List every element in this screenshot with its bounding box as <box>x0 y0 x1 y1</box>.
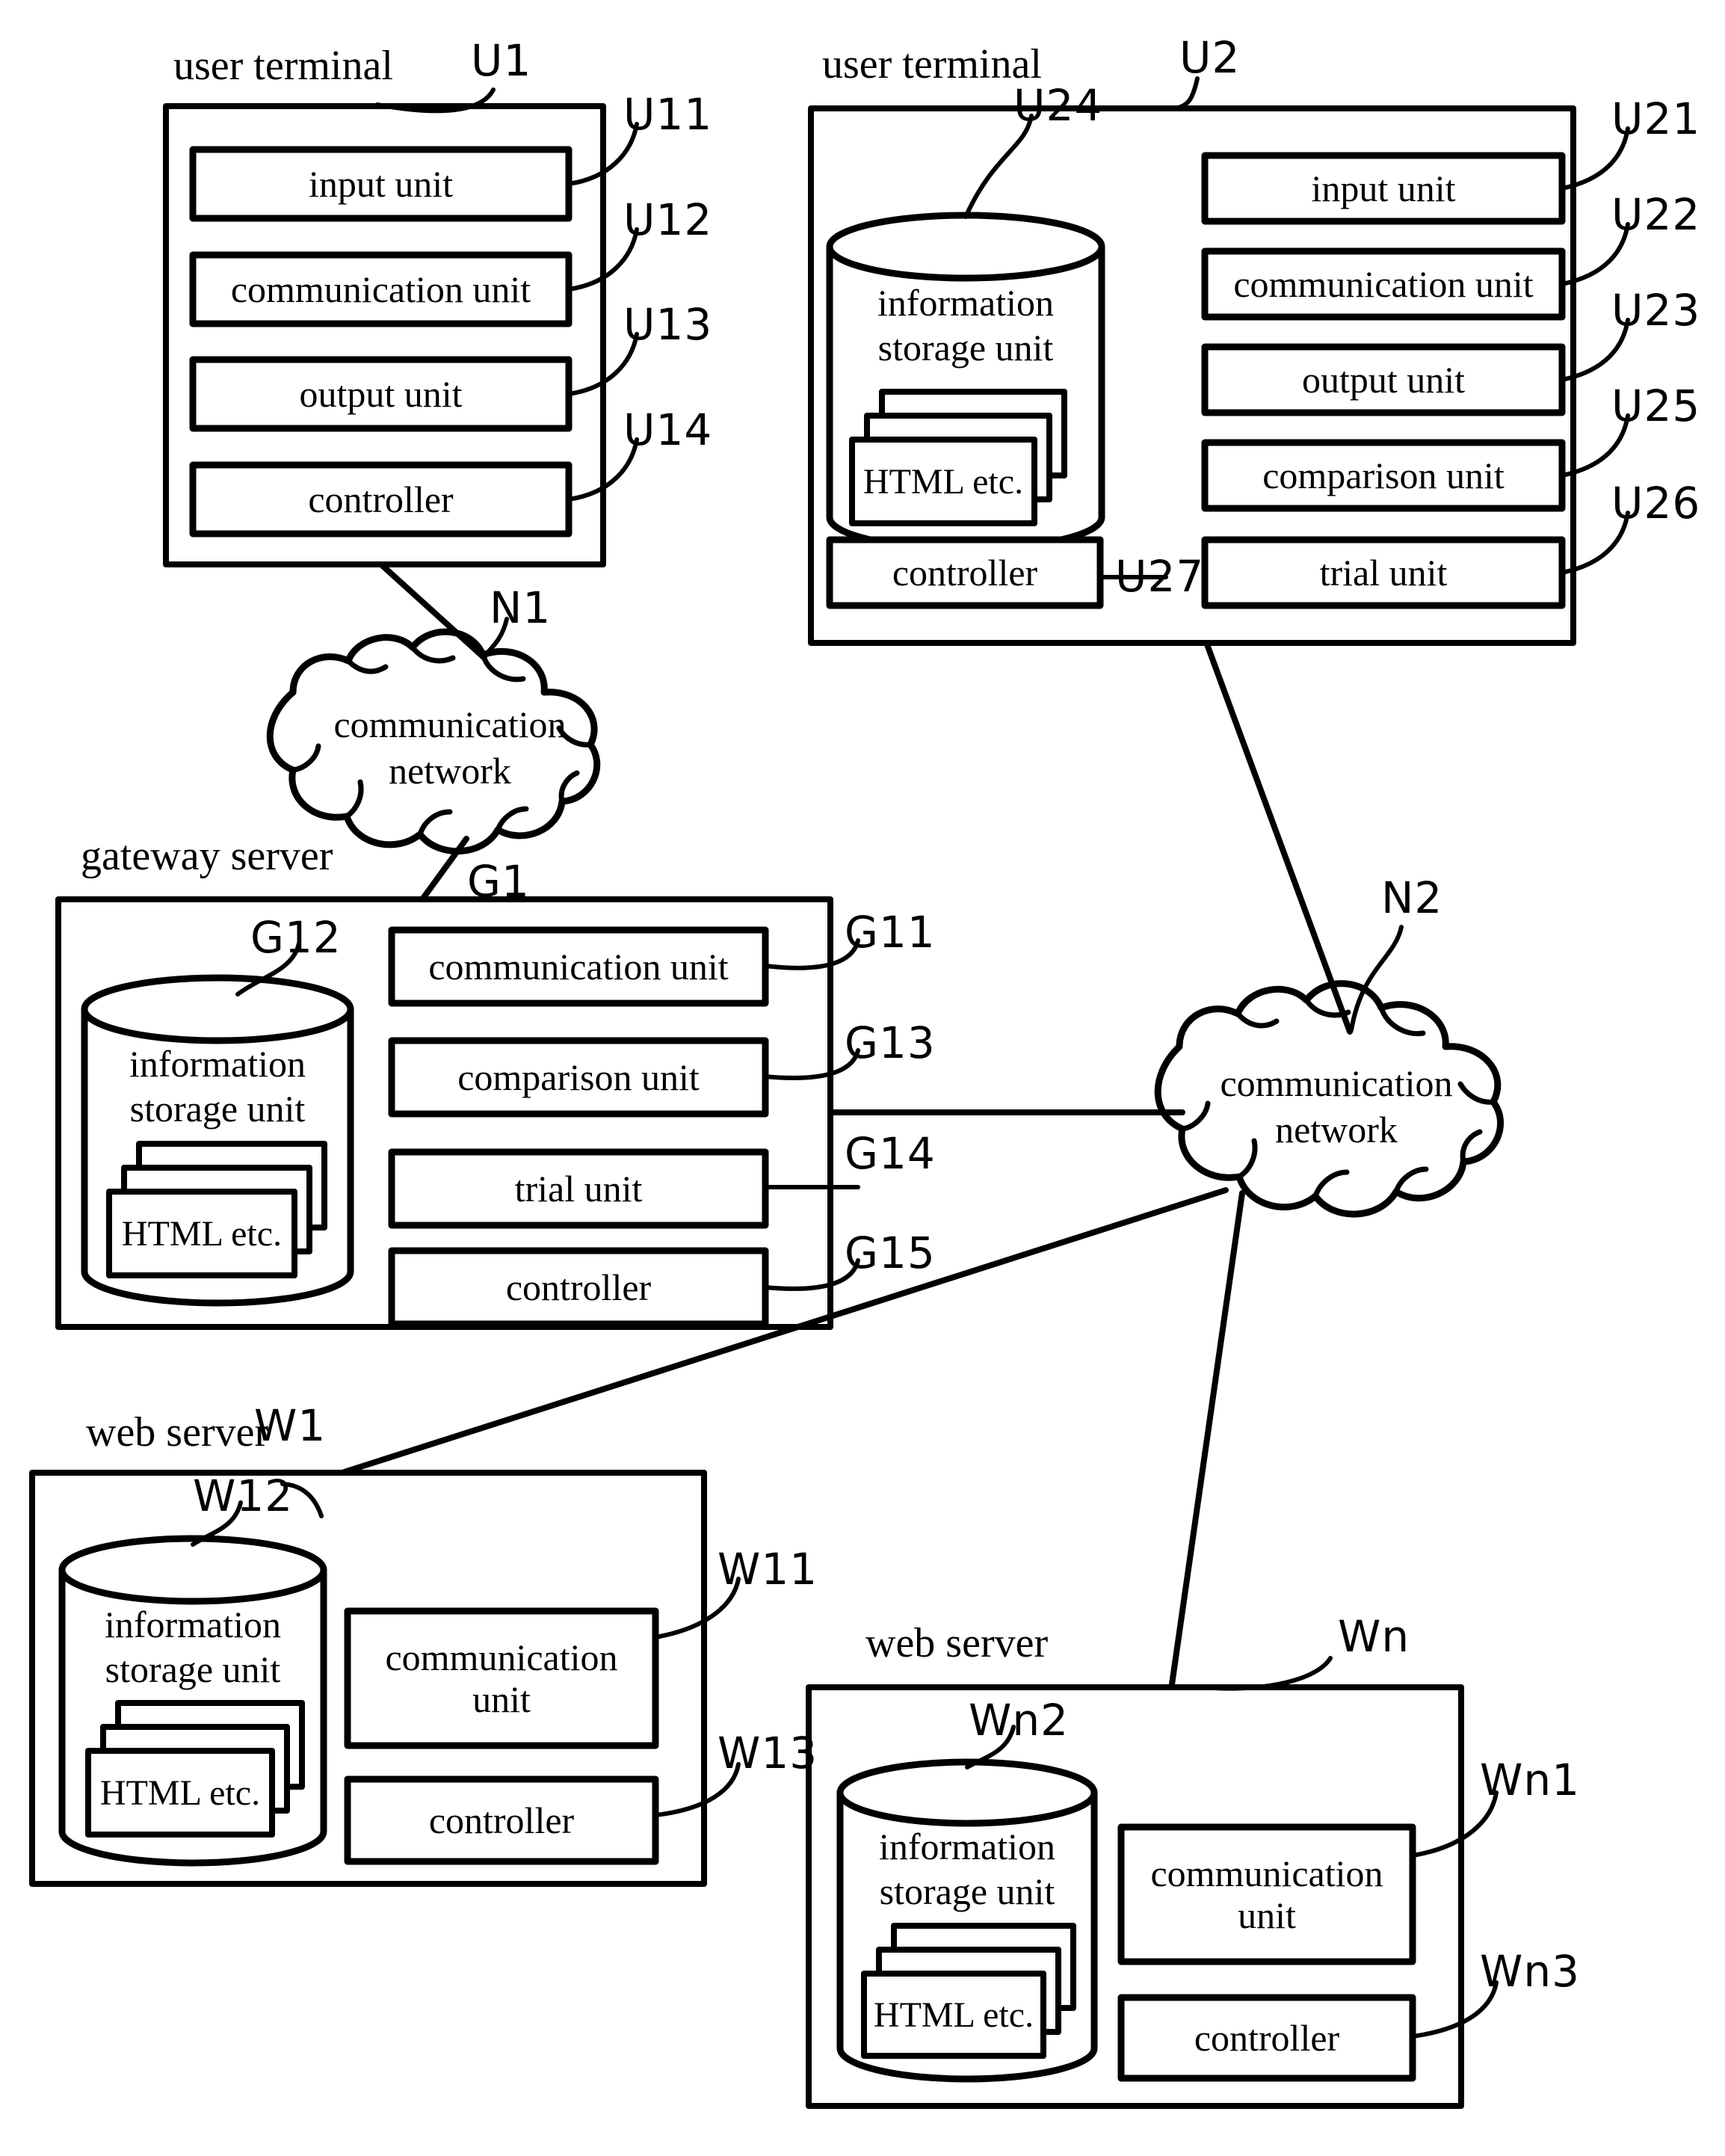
link-u2-n2 <box>1204 641 1353 1035</box>
ref-u1: U1 <box>471 35 532 86</box>
leader-u2 <box>1173 76 1200 111</box>
ref-wn3: Wn3 <box>1480 1946 1581 1997</box>
cloud-label-n1: communication network <box>293 695 607 800</box>
storage-label-line1: information <box>878 1826 1056 1867</box>
ref-u21: U21 <box>1611 93 1701 144</box>
unit-label-g14: trial unit <box>514 1168 643 1210</box>
ref-u12: U12 <box>623 194 713 245</box>
unit-label-u13: output unit <box>299 373 463 415</box>
unit-label-g15: controller <box>505 1266 652 1308</box>
storage-label-line1: information <box>129 1043 306 1085</box>
unit-label-u27: controller <box>892 552 1038 594</box>
ref-g13: G13 <box>845 1017 936 1068</box>
caption-web-server-1: web server <box>86 1409 269 1456</box>
ref-u25: U25 <box>1611 381 1701 431</box>
unit-label-w11: communication unit <box>348 1611 655 1746</box>
unit-label-u21: input unit <box>1311 167 1456 209</box>
leader-wn <box>1212 1656 1333 1691</box>
ref-wn2: Wn2 <box>969 1695 1070 1746</box>
unit-label-u22: communication unit <box>1233 263 1534 305</box>
unit-label-line1: communication <box>1150 1852 1383 1894</box>
cloud-label-line1: communication <box>333 703 567 745</box>
storage-label-wn2: information storage unit <box>842 1824 1093 1929</box>
ref-g11: G11 <box>845 907 936 958</box>
ref-u13: U13 <box>623 299 713 350</box>
unit-label-w13: controller <box>428 1799 575 1841</box>
unit-label-line2: unit <box>472 1678 531 1720</box>
storage-label-line2: storage unit <box>879 1870 1055 1912</box>
unit-label-wn3: controller <box>1194 2017 1340 2059</box>
ref-w12: W12 <box>193 1470 294 1521</box>
document-label-u24: HTML etc. <box>862 461 1024 502</box>
ref-u14: U14 <box>623 404 713 455</box>
ref-g15: G15 <box>845 1228 936 1278</box>
caption-user-terminal-1: user terminal <box>173 43 393 89</box>
storage-label-g12: information storage unit <box>87 1041 348 1146</box>
cloud-label-line2: network <box>389 750 511 792</box>
ref-g12: G12 <box>250 912 342 963</box>
ref-g14: G14 <box>845 1128 936 1179</box>
unit-label-g11: communication unit <box>428 946 729 988</box>
storage-label-line2: storage unit <box>105 1648 281 1690</box>
ref-u26: U26 <box>1611 478 1701 529</box>
ref-u2: U2 <box>1179 32 1241 83</box>
storage-label-u24: information storage unit <box>833 280 1098 385</box>
ref-u24: U24 <box>1013 80 1103 131</box>
storage-label-line1: information <box>104 1604 282 1645</box>
unit-label-line2: unit <box>1238 1894 1296 1936</box>
ref-u27: U27 <box>1115 551 1205 602</box>
cloud-label-line1: communication <box>1220 1062 1453 1104</box>
document-label-wn2: HTML etc. <box>873 1995 1034 2035</box>
ref-u23: U23 <box>1611 285 1701 336</box>
document-label-g12: HTML etc. <box>121 1213 283 1254</box>
unit-label-u25: comparison unit <box>1262 455 1505 496</box>
unit-label-u11: input unit <box>308 163 454 205</box>
unit-label-u23: output unit <box>1301 359 1466 401</box>
caption-gateway-server: gateway server <box>81 833 333 879</box>
cloud-label-line2: network <box>1275 1109 1398 1151</box>
caption-web-server-n: web server <box>865 1620 1049 1666</box>
storage-label-line2: storage unit <box>129 1088 306 1130</box>
ref-g1: G1 <box>467 856 530 907</box>
ref-n2: N2 <box>1381 872 1443 923</box>
document-label-w12: HTML etc. <box>99 1772 261 1813</box>
unit-label-line1: communication <box>385 1636 618 1678</box>
ref-u22: U22 <box>1611 189 1701 240</box>
ref-wn: Wn <box>1338 1611 1410 1662</box>
unit-label-g13: comparison unit <box>457 1056 700 1098</box>
ref-u11: U11 <box>623 89 713 140</box>
caption-user-terminal-2: user terminal <box>822 41 1042 87</box>
unit-label-u26: trial unit <box>1319 552 1448 594</box>
ref-w11: W11 <box>718 1544 818 1595</box>
patent-figure: user terminal user terminal gateway serv… <box>0 0 1725 2156</box>
ref-w1: W1 <box>254 1400 327 1451</box>
cloud-label-n2: communication network <box>1179 1054 1493 1159</box>
storage-label-w12: information storage unit <box>64 1602 322 1707</box>
unit-label-u12: communication unit <box>230 268 531 310</box>
ref-n1: N1 <box>490 582 552 633</box>
unit-label-u14: controller <box>308 478 454 520</box>
ref-w13: W13 <box>718 1728 818 1778</box>
ref-wn1: Wn1 <box>1480 1755 1581 1805</box>
storage-label-line2: storage unit <box>877 327 1054 369</box>
storage-label-line1: information <box>877 282 1055 324</box>
unit-label-wn1: communication unit <box>1121 1827 1413 1962</box>
link-n2-wn <box>1167 1190 1245 1703</box>
